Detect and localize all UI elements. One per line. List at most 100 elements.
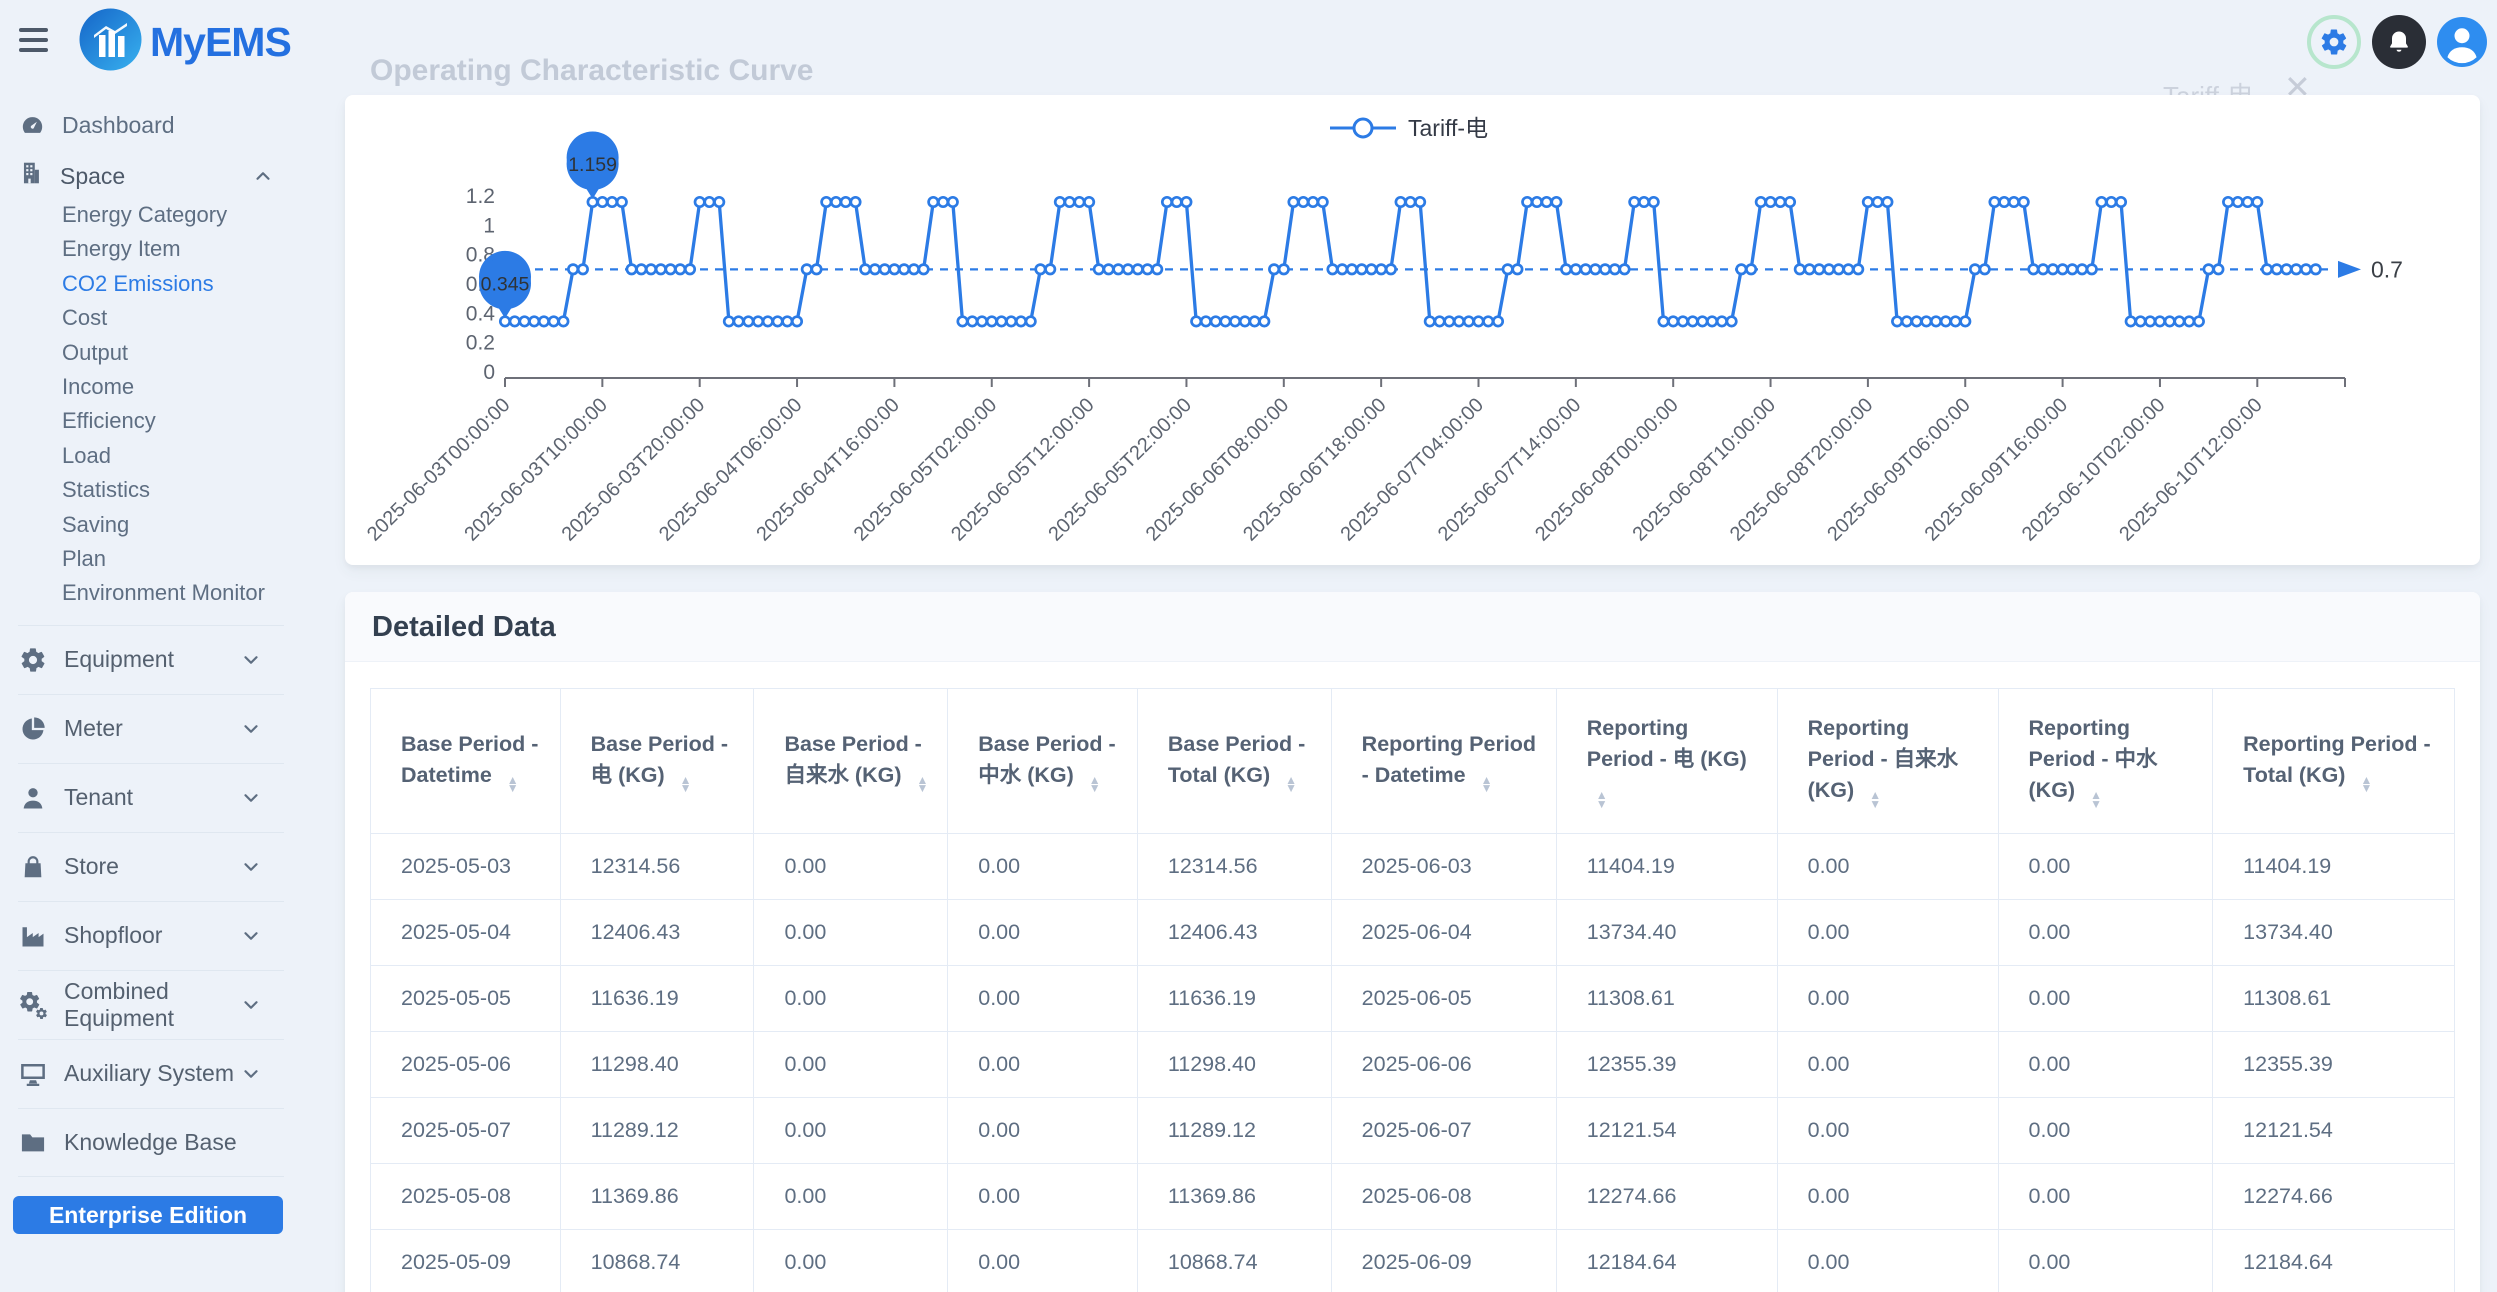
sidebar-nav: Dashboard Space	[0, 82, 296, 1177]
column-header-reporting-period-电-kg-[interactable]: Reporting Period - 电 (KG) ▲▼	[1556, 689, 1777, 834]
sidebar-item-income[interactable]: Income	[18, 370, 296, 404]
sidebar-item-cost[interactable]: Cost	[18, 301, 296, 335]
settings-gear-icon[interactable]	[2307, 15, 2361, 69]
factory-icon	[18, 922, 48, 950]
table-cell: 10868.74	[1137, 1229, 1331, 1292]
sidebar-item-energy-category[interactable]: Energy Category	[18, 198, 296, 232]
table-cell: 0.00	[948, 1031, 1138, 1097]
column-header-reporting-period-自来水-kg-[interactable]: Reporting Period - 自来水 (KG) ▲▼	[1777, 689, 1998, 834]
sidebar-group-space[interactable]: Space	[18, 158, 296, 194]
tariff-chart[interactable]: Tariff-电 2025-06-03T00:00:002025-06-03T10…	[345, 95, 2480, 565]
column-header-label: Reporting Period - 自来水 (KG)	[1808, 716, 1959, 802]
column-header-base-period-datetime[interactable]: Base Period - Datetime ▲▼	[371, 689, 561, 834]
sidebar-group-combined-equipment[interactable]: Combined Equipment	[18, 970, 284, 1039]
table-cell: 0.00	[948, 833, 1138, 899]
detailed-data-table: Base Period - Datetime ▲▼Base Period - 电…	[370, 688, 2455, 1292]
enterprise-edition-button[interactable]: Enterprise Edition	[13, 1196, 283, 1234]
notifications-bell-icon[interactable]	[2372, 15, 2426, 69]
building-icon	[18, 160, 44, 192]
chevron-down-icon	[240, 718, 262, 740]
table-cell: 12406.43	[560, 899, 754, 965]
sidebar-item-co2-emissions[interactable]: CO2 Emissions	[18, 267, 296, 301]
svg-text:Tariff-电: Tariff-电	[1408, 115, 1488, 141]
table-cell: 0.00	[1777, 1031, 1998, 1097]
sidebar: MyEMS Dashboard	[0, 0, 296, 1292]
table-cell: 12355.39	[2213, 1031, 2455, 1097]
sidebar-group-meter[interactable]: Meter	[18, 694, 284, 763]
table-cell: 0.00	[1998, 1229, 2213, 1292]
column-header-label: Reporting Period - 电 (KG)	[1587, 716, 1747, 771]
table-cell: 2025-05-03	[371, 833, 561, 899]
sidebar-item-saving[interactable]: Saving	[18, 508, 296, 542]
y-axis-label: 0.4	[466, 302, 496, 325]
sort-updown-icon: ▲▼	[507, 776, 519, 793]
table-row: 2025-05-0312314.560.000.0012314.562025-0…	[371, 833, 2455, 899]
table-row: 2025-05-0711289.120.000.0011289.122025-0…	[371, 1097, 2455, 1163]
scrolled-page-title: Operating Characteristic Curve	[370, 54, 813, 88]
max-point-marker: 1.159	[567, 131, 619, 199]
sort-updown-icon: ▲▼	[680, 776, 692, 793]
table-cell: 2025-06-07	[1331, 1097, 1556, 1163]
table-cell: 2025-05-09	[371, 1229, 561, 1292]
table-cell: 0.00	[754, 899, 948, 965]
column-header-base-period-自来水-kg-[interactable]: Base Period - 自来水 (KG) ▲▼	[754, 689, 948, 834]
sidebar-group-tenant[interactable]: Tenant	[18, 763, 284, 832]
sidebar-group-label: Meter	[64, 715, 123, 742]
chevron-up-icon	[252, 165, 274, 187]
sort-updown-icon: ▲▼	[1869, 791, 1881, 808]
brand-name: MyEMS	[150, 19, 291, 66]
user-avatar-icon[interactable]	[2437, 17, 2487, 67]
table-cell: 12314.56	[1137, 833, 1331, 899]
space-sub-list: Energy CategoryEnergy ItemCO2 EmissionsC…	[18, 194, 296, 611]
sidebar-item-plan[interactable]: Plan	[18, 542, 296, 576]
sort-updown-icon: ▲▼	[1089, 776, 1101, 793]
column-header-base-period-电-kg-[interactable]: Base Period - 电 (KG) ▲▼	[560, 689, 754, 834]
app-root: MyEMS Dashboard	[0, 0, 2497, 1292]
y-axis-label: 1	[483, 214, 495, 237]
table-cell: 0.00	[948, 1229, 1138, 1292]
table-cell: 10868.74	[560, 1229, 754, 1292]
table-cell: 12184.64	[2213, 1229, 2455, 1292]
table-cell: 0.00	[1777, 1229, 1998, 1292]
table-cell: 2025-05-06	[371, 1031, 561, 1097]
column-header-reporting-period-中水-kg-[interactable]: Reporting Period - 中水 (KG) ▲▼	[1998, 689, 2213, 834]
chevron-down-icon	[240, 856, 262, 878]
legend-tariff[interactable]: Tariff-电	[1330, 115, 1488, 141]
sidebar-group-shopfloor[interactable]: Shopfloor	[18, 901, 284, 970]
myems-logo[interactable]: MyEMS	[79, 8, 291, 76]
header-actions	[2307, 15, 2487, 69]
svg-text:1.159: 1.159	[568, 154, 617, 176]
sort-updown-icon: ▲▼	[916, 776, 928, 793]
table-cell: 11308.61	[2213, 965, 2455, 1031]
sidebar-item-load[interactable]: Load	[18, 439, 296, 473]
sidebar-item-label: Dashboard	[62, 112, 175, 139]
sidebar-group-auxiliary-system[interactable]: Auxiliary System	[18, 1039, 284, 1108]
sidebar-item-efficiency[interactable]: Efficiency	[18, 404, 296, 438]
table-cell: 0.00	[948, 965, 1138, 1031]
x-axis: 2025-06-03T00:00:002025-06-03T10:00:0020…	[363, 378, 2345, 546]
column-header-reporting-period-datetime[interactable]: Reporting Period - Datetime ▲▼	[1331, 689, 1556, 834]
column-header-base-period-total-kg-[interactable]: Base Period - Total (KG) ▲▼	[1137, 689, 1331, 834]
sidebar-group-equipment[interactable]: Equipment	[18, 625, 284, 694]
sidebar-item-statistics[interactable]: Statistics	[18, 473, 296, 507]
main-content: Operating Characteristic Curve Tariff-电 …	[296, 0, 2497, 1292]
table-cell: 11289.12	[1137, 1097, 1331, 1163]
sidebar-group-store[interactable]: Store	[18, 832, 284, 901]
column-header-base-period-中水-kg-[interactable]: Base Period - 中水 (KG) ▲▼	[948, 689, 1138, 834]
table-cell: 0.00	[754, 1097, 948, 1163]
table-cell: 12274.66	[2213, 1163, 2455, 1229]
table-cell: 11308.61	[1556, 965, 1777, 1031]
sidebar-group-knowledge-base[interactable]: Knowledge Base	[18, 1108, 284, 1177]
chevron-down-icon	[240, 925, 262, 947]
table-cell: 11404.19	[1556, 833, 1777, 899]
table-cell: 0.00	[754, 1031, 948, 1097]
sidebar-item-environment-monitor[interactable]: Environment Monitor	[18, 576, 296, 610]
hamburger-menu-button[interactable]	[19, 28, 48, 52]
sidebar-item-energy-item[interactable]: Energy Item	[18, 232, 296, 266]
table-cell: 13734.40	[2213, 899, 2455, 965]
sidebar-groups: Equipment Meter TenantStoreShopfloorCombin…	[18, 625, 284, 1177]
column-header-reporting-period-total-kg-[interactable]: Reporting Period - Total (KG) ▲▼	[2213, 689, 2455, 834]
sidebar-item-dashboard[interactable]: Dashboard	[18, 108, 296, 142]
table-cell: 2025-06-08	[1331, 1163, 1556, 1229]
sidebar-item-output[interactable]: Output	[18, 336, 296, 370]
